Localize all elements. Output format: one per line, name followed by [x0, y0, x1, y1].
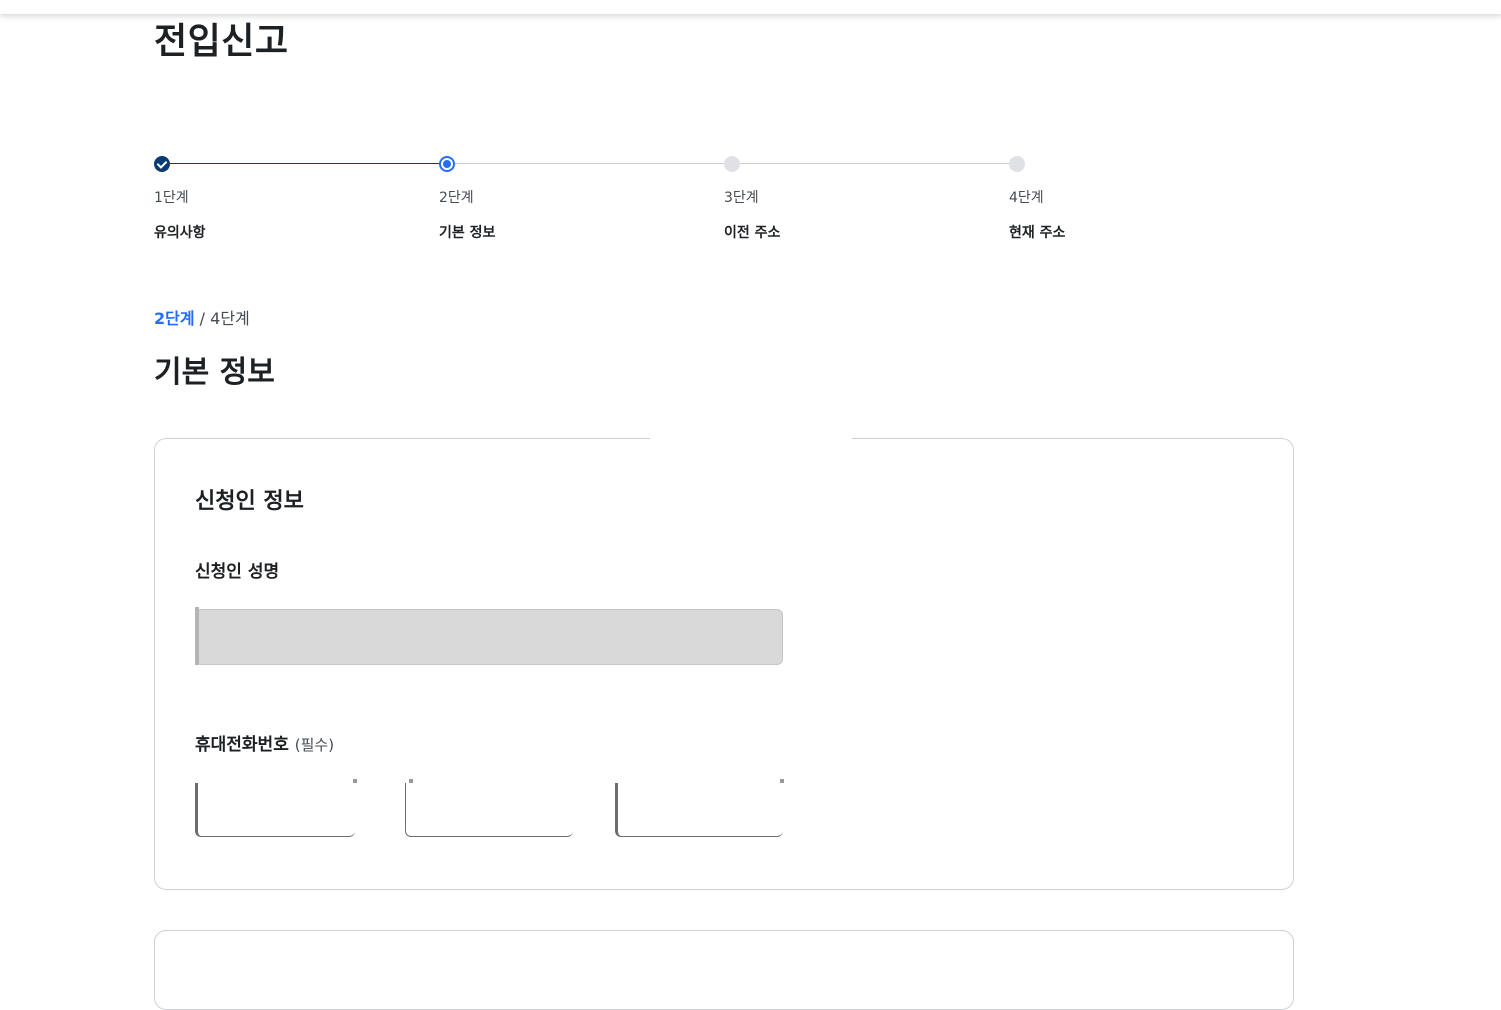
required-marker: (필수) — [294, 736, 335, 754]
step-connector-1 — [162, 163, 447, 164]
step-number: 3단계 — [724, 190, 759, 206]
phone-label-text: 휴대전화번호 — [195, 735, 289, 755]
step-done-check-icon — [154, 156, 170, 172]
step-label: 유의사항 — [154, 225, 206, 241]
step-current-icon — [439, 156, 455, 172]
step-number: 2단계 — [439, 190, 474, 206]
field-corner-mark — [409, 779, 413, 783]
progress-current-step: 2단계 — [154, 309, 195, 328]
stepper: 1단계 유의사항 2단계 기본 정보 3단계 이전 주소 4단계 현재 주소 — [154, 150, 1294, 260]
card-border-gap — [650, 437, 852, 441]
step-progress: 2단계 / 4단계 — [154, 305, 250, 329]
step-pending-icon — [724, 156, 740, 172]
phone-part-1-input[interactable] — [195, 779, 357, 837]
step-pending-icon — [1009, 156, 1025, 172]
phone-part-3-input[interactable] — [615, 779, 784, 837]
step-connector-3 — [732, 163, 1017, 164]
step-number: 1단계 — [154, 190, 189, 206]
applicant-info-card: 신청인 정보 신청인 성명 휴대전화번호 (필수) — [154, 437, 1294, 890]
step-connector-2 — [447, 163, 732, 164]
field-corner-mark — [780, 779, 784, 783]
field-corner-mark — [353, 779, 357, 783]
phone-field-label: 휴대전화번호 (필수) — [195, 730, 334, 755]
page-title: 전입신고 — [154, 21, 289, 62]
step-label: 기본 정보 — [439, 225, 496, 241]
section-title: 기본 정보 — [154, 355, 275, 390]
name-field-label: 신청인 성명 — [195, 562, 280, 582]
progress-total-steps: 4단계 — [210, 309, 250, 328]
name-field-edge — [195, 607, 199, 665]
progress-separator: / — [194, 309, 211, 328]
step-label: 이전 주소 — [724, 225, 781, 241]
applicant-name-field — [195, 609, 783, 665]
step-number: 4단계 — [1009, 190, 1044, 206]
step-label: 현재 주소 — [1009, 225, 1066, 241]
next-section-card — [154, 930, 1294, 1010]
card-title: 신청인 정보 — [195, 489, 304, 514]
phone-part-2-input[interactable] — [405, 779, 573, 837]
page: 전입신고 1단계 유의사항 2단계 기본 정보 3단계 이전 주소 4단계 현재… — [0, 0, 1501, 1010]
